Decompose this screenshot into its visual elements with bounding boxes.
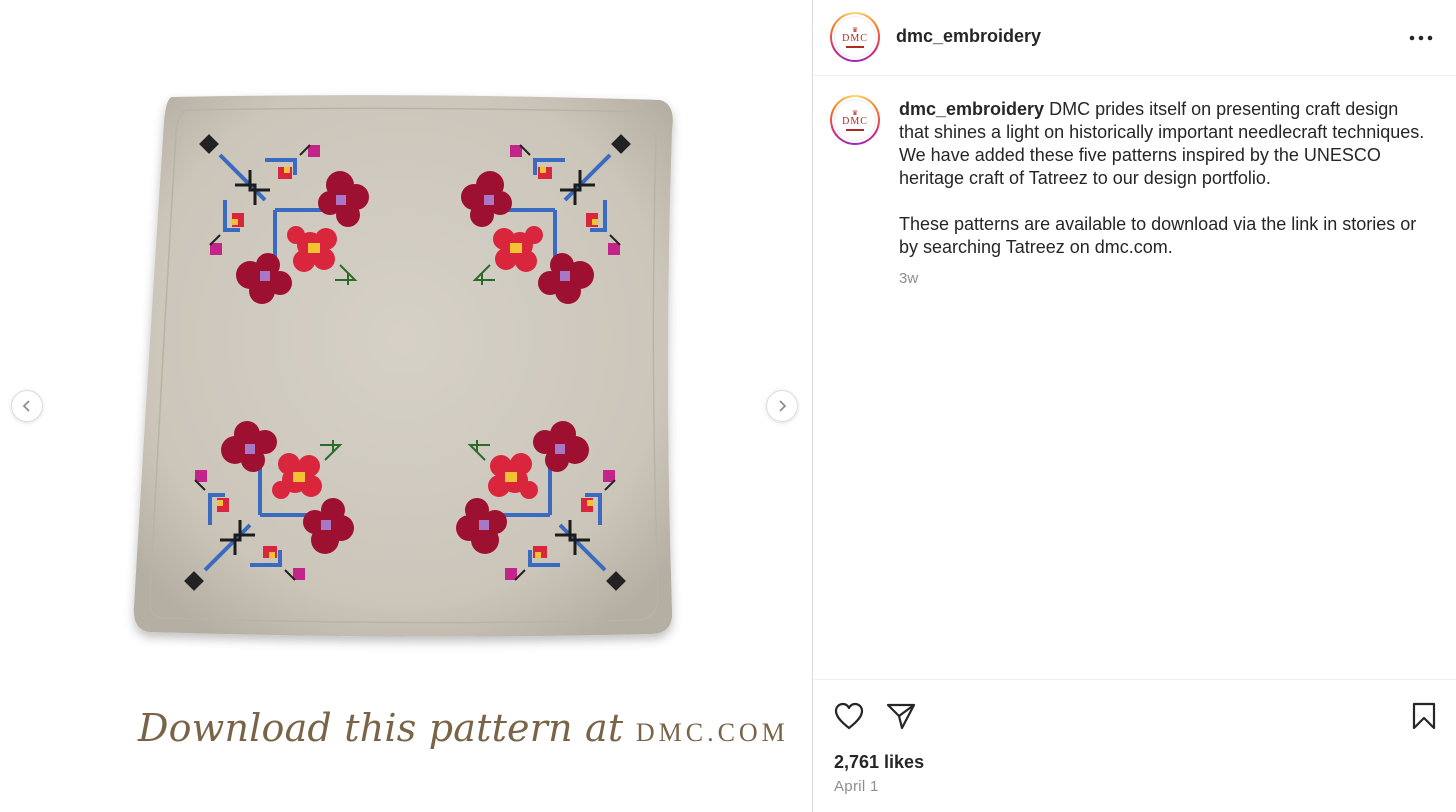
likes-count[interactable]: 2,761 likes bbox=[834, 752, 924, 773]
next-image-button[interactable] bbox=[766, 390, 798, 422]
post-caption: dmc_embroidery DMC prides itself on pres… bbox=[899, 98, 1429, 259]
previous-image-button[interactable] bbox=[11, 390, 43, 422]
caption-text-second-paragraph: These patterns are available to download… bbox=[899, 214, 1417, 257]
post-actions: 2,761 likes April 1 bbox=[813, 679, 1456, 812]
post-date: April 1 bbox=[834, 778, 879, 795]
chevron-left-icon bbox=[22, 400, 30, 412]
dmc-logo: ♛ DMC bbox=[834, 99, 876, 141]
comment-avatar[interactable]: ♛ DMC bbox=[830, 95, 880, 145]
like-button[interactable] bbox=[831, 698, 867, 734]
post-header: ♛ DMC dmc_embroidery bbox=[813, 0, 1456, 76]
share-button[interactable] bbox=[883, 698, 919, 734]
media-caption-brand: DMC.COM bbox=[635, 718, 789, 747]
media-caption-script: Download this pattern at bbox=[138, 706, 624, 750]
pillow-image bbox=[133, 95, 673, 637]
post-time-ago[interactable]: 3w bbox=[899, 270, 918, 287]
post-media: Download this pattern at DMC.COM bbox=[0, 0, 812, 812]
caption-username[interactable]: dmc_embroidery bbox=[899, 99, 1044, 119]
save-button[interactable] bbox=[1406, 698, 1442, 734]
media-caption: Download this pattern at DMC.COM bbox=[138, 706, 789, 766]
post-side-panel: ♛ DMC dmc_embroidery ♛ DMC dmc_embroider… bbox=[812, 0, 1456, 812]
avatar[interactable]: ♛ DMC bbox=[830, 12, 880, 62]
chevron-right-icon bbox=[779, 400, 787, 412]
heart-icon bbox=[834, 702, 864, 730]
dmc-logo: ♛ DMC bbox=[834, 16, 876, 58]
more-options-icon bbox=[1409, 35, 1433, 41]
header-username[interactable]: dmc_embroidery bbox=[896, 26, 1041, 47]
paper-plane-icon bbox=[886, 703, 916, 730]
bookmark-icon bbox=[1412, 702, 1436, 730]
more-options-button[interactable] bbox=[1403, 26, 1439, 50]
